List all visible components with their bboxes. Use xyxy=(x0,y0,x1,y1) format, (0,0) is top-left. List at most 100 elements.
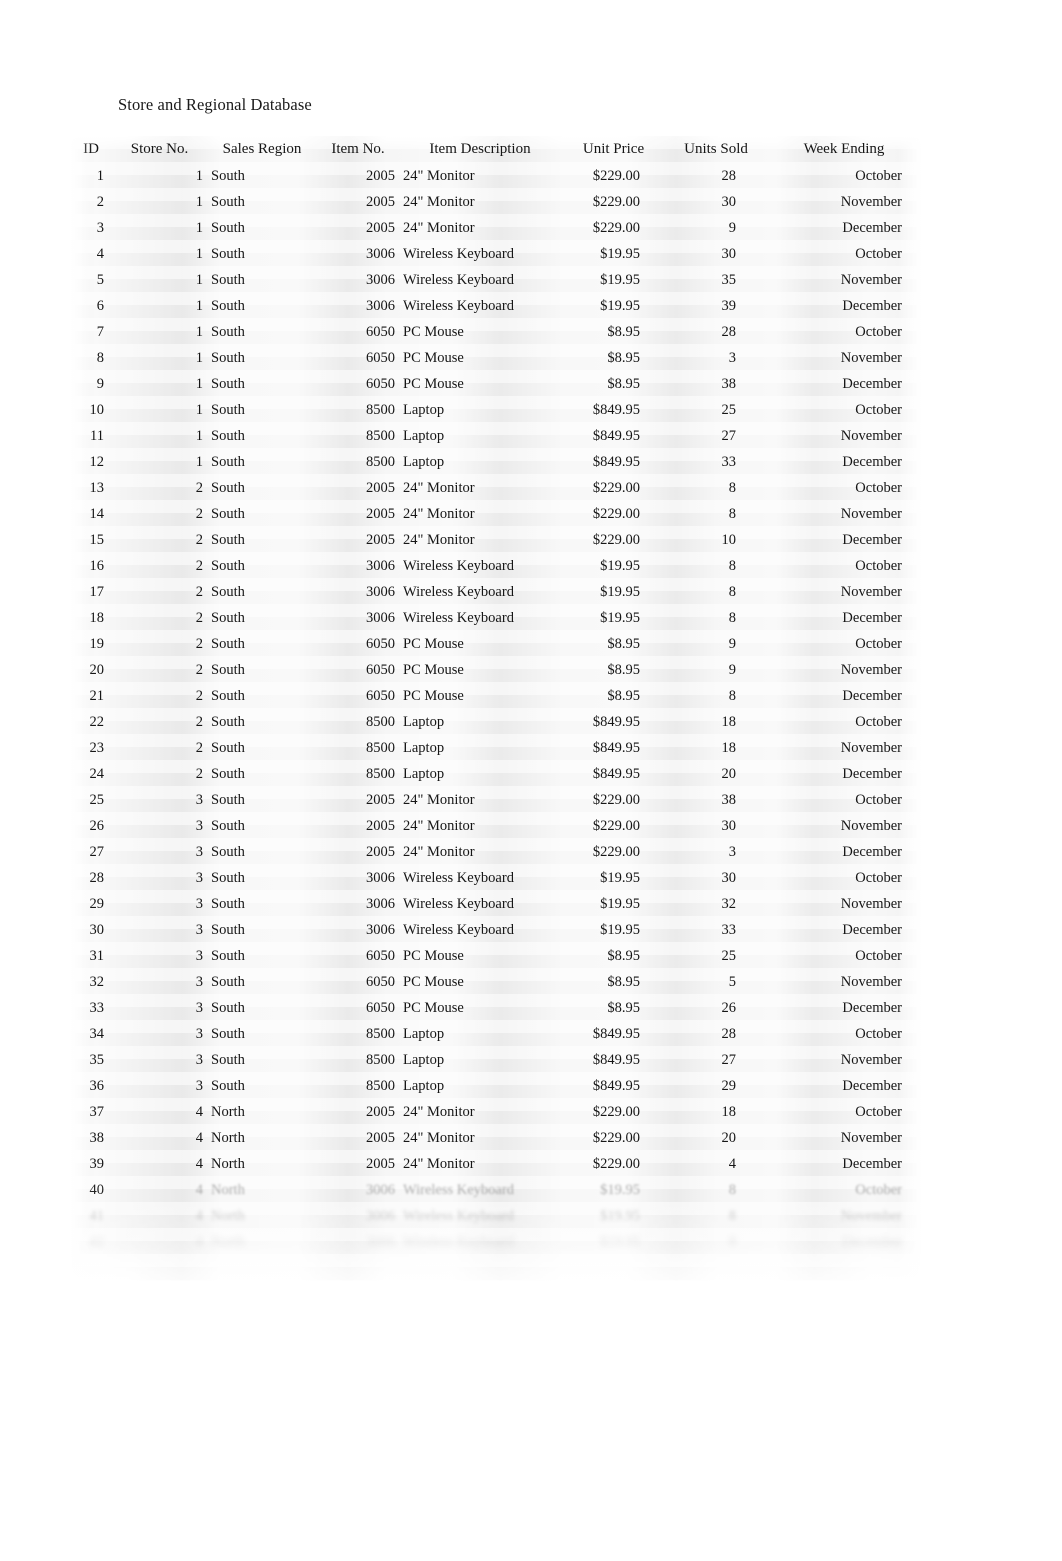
table-row[interactable]: 8 1 South 6050 PC Mouse $8.95 3 November xyxy=(70,345,922,371)
cell-item_no[interactable]: 8500 xyxy=(317,709,399,735)
cell-units_sold[interactable]: 30 xyxy=(666,865,766,891)
cell-item_no[interactable]: 8500 xyxy=(317,761,399,787)
cell-item_desc[interactable]: 24" Monitor xyxy=(399,189,561,215)
cell-sales_region[interactable]: South xyxy=(207,891,317,917)
column-header-units-sold[interactable]: Units Sold xyxy=(666,136,766,163)
cell-sales_region[interactable]: South xyxy=(207,995,317,1021)
table-row[interactable]: 24 2 South 8500 Laptop $849.95 20 December xyxy=(70,761,922,787)
cell-sales_region[interactable]: South xyxy=(207,397,317,423)
cell-units_sold[interactable]: 8 xyxy=(666,475,766,501)
cell-week_ending[interactable]: October xyxy=(766,1099,922,1125)
cell-id[interactable]: 6 xyxy=(70,293,112,319)
table-row[interactable]: 2 1 South 2005 24" Monitor $229.00 30 November xyxy=(70,189,922,215)
cell-unit_price[interactable]: $19.95 xyxy=(561,293,666,319)
cell-week_ending[interactable]: December xyxy=(766,995,922,1021)
column-header-id[interactable]: ID xyxy=(70,136,112,163)
cell-id[interactable]: 38 xyxy=(70,1125,112,1151)
cell-week_ending[interactable]: December xyxy=(766,215,922,241)
table-row[interactable]: 11 1 South 8500 Laptop $849.95 27 November xyxy=(70,423,922,449)
cell-item_desc[interactable]: Wireless Keyboard xyxy=(399,1203,561,1229)
cell-unit_price[interactable]: $19.95 xyxy=(561,241,666,267)
cell-item_no[interactable]: 2005 xyxy=(317,839,399,865)
cell-store_no[interactable]: 2 xyxy=(112,657,207,683)
cell-item_desc[interactable]: Wireless Keyboard xyxy=(399,579,561,605)
table-row[interactable]: 39 4 North 2005 24" Monitor $229.00 4 December xyxy=(70,1151,922,1177)
cell-id[interactable]: 40 xyxy=(70,1177,112,1203)
table-row[interactable]: 12 1 South 8500 Laptop $849.95 33 December xyxy=(70,449,922,475)
cell-store_no[interactable]: 2 xyxy=(112,501,207,527)
cell-item_no[interactable]: 6050 xyxy=(317,995,399,1021)
cell-store_no[interactable]: 2 xyxy=(112,475,207,501)
cell-item_desc[interactable]: Wireless Keyboard xyxy=(399,1177,561,1203)
table-row[interactable]: 38 4 North 2005 24" Monitor $229.00 20 November xyxy=(70,1125,922,1151)
column-header-item-description[interactable]: Item Description xyxy=(399,136,561,163)
cell-unit_price[interactable]: $19.95 xyxy=(561,267,666,293)
cell-item_desc[interactable]: PC Mouse xyxy=(399,969,561,995)
cell-item_no[interactable]: 3006 xyxy=(317,917,399,943)
cell-unit_price[interactable]: $229.00 xyxy=(561,501,666,527)
cell-store_no[interactable]: 3 xyxy=(112,1021,207,1047)
cell-store_no[interactable]: 1 xyxy=(112,423,207,449)
cell-item_desc[interactable]: PC Mouse xyxy=(399,371,561,397)
cell-unit_price[interactable]: $849.95 xyxy=(561,449,666,475)
cell-week_ending[interactable]: October xyxy=(766,397,922,423)
cell-sales_region[interactable]: South xyxy=(207,423,317,449)
cell-id[interactable]: 25 xyxy=(70,787,112,813)
cell-item_no[interactable]: 8500 xyxy=(317,449,399,475)
table-row[interactable]: 33 3 South 6050 PC Mouse $8.95 26 December xyxy=(70,995,922,1021)
cell-unit_price[interactable]: $849.95 xyxy=(561,423,666,449)
table-row[interactable]: 6 1 South 3006 Wireless Keyboard $19.95 39 Dece… xyxy=(70,293,922,319)
cell-store_no[interactable]: 3 xyxy=(112,1073,207,1099)
cell-store_no[interactable]: 3 xyxy=(112,943,207,969)
cell-id[interactable]: 4 xyxy=(70,241,112,267)
cell-id[interactable]: 7 xyxy=(70,319,112,345)
cell-week_ending[interactable]: December xyxy=(766,917,922,943)
cell-units_sold[interactable]: 18 xyxy=(666,1099,766,1125)
cell-id[interactable]: 5 xyxy=(70,267,112,293)
cell-store_no[interactable]: 2 xyxy=(112,605,207,631)
cell-week_ending[interactable]: November xyxy=(766,969,922,995)
column-header-week-ending[interactable]: Week Ending xyxy=(766,136,922,163)
cell-store_no[interactable]: 3 xyxy=(112,917,207,943)
cell-units_sold[interactable]: 38 xyxy=(666,787,766,813)
column-header-item-no[interactable]: Item No. xyxy=(317,136,399,163)
cell-item_desc[interactable]: 24" Monitor xyxy=(399,163,561,189)
cell-item_desc[interactable]: Laptop xyxy=(399,449,561,475)
cell-item_no[interactable]: 8500 xyxy=(317,1047,399,1073)
cell-store_no[interactable]: 3 xyxy=(112,969,207,995)
cell-store_no[interactable]: 4 xyxy=(112,1099,207,1125)
cell-week_ending[interactable]: October xyxy=(766,163,922,189)
table-row[interactable]: 19 2 South 6050 PC Mouse $8.95 9 October xyxy=(70,631,922,657)
cell-week_ending[interactable]: November xyxy=(766,267,922,293)
cell-item_desc[interactable]: PC Mouse xyxy=(399,995,561,1021)
cell-units_sold[interactable]: 30 xyxy=(666,241,766,267)
cell-sales_region[interactable]: South xyxy=(207,501,317,527)
cell-store_no[interactable]: 2 xyxy=(112,553,207,579)
cell-store_no[interactable]: 2 xyxy=(112,631,207,657)
cell-week_ending[interactable]: November xyxy=(766,423,922,449)
cell-week_ending[interactable]: October xyxy=(766,787,922,813)
cell-units_sold[interactable]: 4 xyxy=(666,1151,766,1177)
cell-item_desc[interactable]: PC Mouse xyxy=(399,657,561,683)
cell-units_sold[interactable]: 8 xyxy=(666,605,766,631)
cell-sales_region[interactable]: South xyxy=(207,527,317,553)
cell-item_no[interactable]: 2005 xyxy=(317,475,399,501)
cell-units_sold[interactable]: 27 xyxy=(666,423,766,449)
table-row[interactable]: 31 3 South 6050 PC Mouse $8.95 25 October xyxy=(70,943,922,969)
cell-sales_region[interactable]: South xyxy=(207,605,317,631)
cell-store_no[interactable]: 3 xyxy=(112,787,207,813)
cell-week_ending[interactable]: October xyxy=(766,865,922,891)
cell-store_no[interactable]: 3 xyxy=(112,865,207,891)
table-row[interactable]: 17 2 South 3006 Wireless Keyboard $19.95 8 Nove… xyxy=(70,579,922,605)
cell-id[interactable]: 8 xyxy=(70,345,112,371)
cell-sales_region[interactable]: South xyxy=(207,371,317,397)
cell-id[interactable]: 13 xyxy=(70,475,112,501)
table-row[interactable]: 29 3 South 3006 Wireless Keyboard $19.95 32 Nov… xyxy=(70,891,922,917)
cell-item_desc[interactable]: Wireless Keyboard xyxy=(399,891,561,917)
cell-store_no[interactable]: 3 xyxy=(112,839,207,865)
table-row[interactable]: 20 2 South 6050 PC Mouse $8.95 9 November xyxy=(70,657,922,683)
cell-item_desc[interactable]: Wireless Keyboard xyxy=(399,241,561,267)
cell-id[interactable]: 26 xyxy=(70,813,112,839)
cell-unit_price[interactable]: $849.95 xyxy=(561,709,666,735)
cell-units_sold[interactable]: 28 xyxy=(666,319,766,345)
